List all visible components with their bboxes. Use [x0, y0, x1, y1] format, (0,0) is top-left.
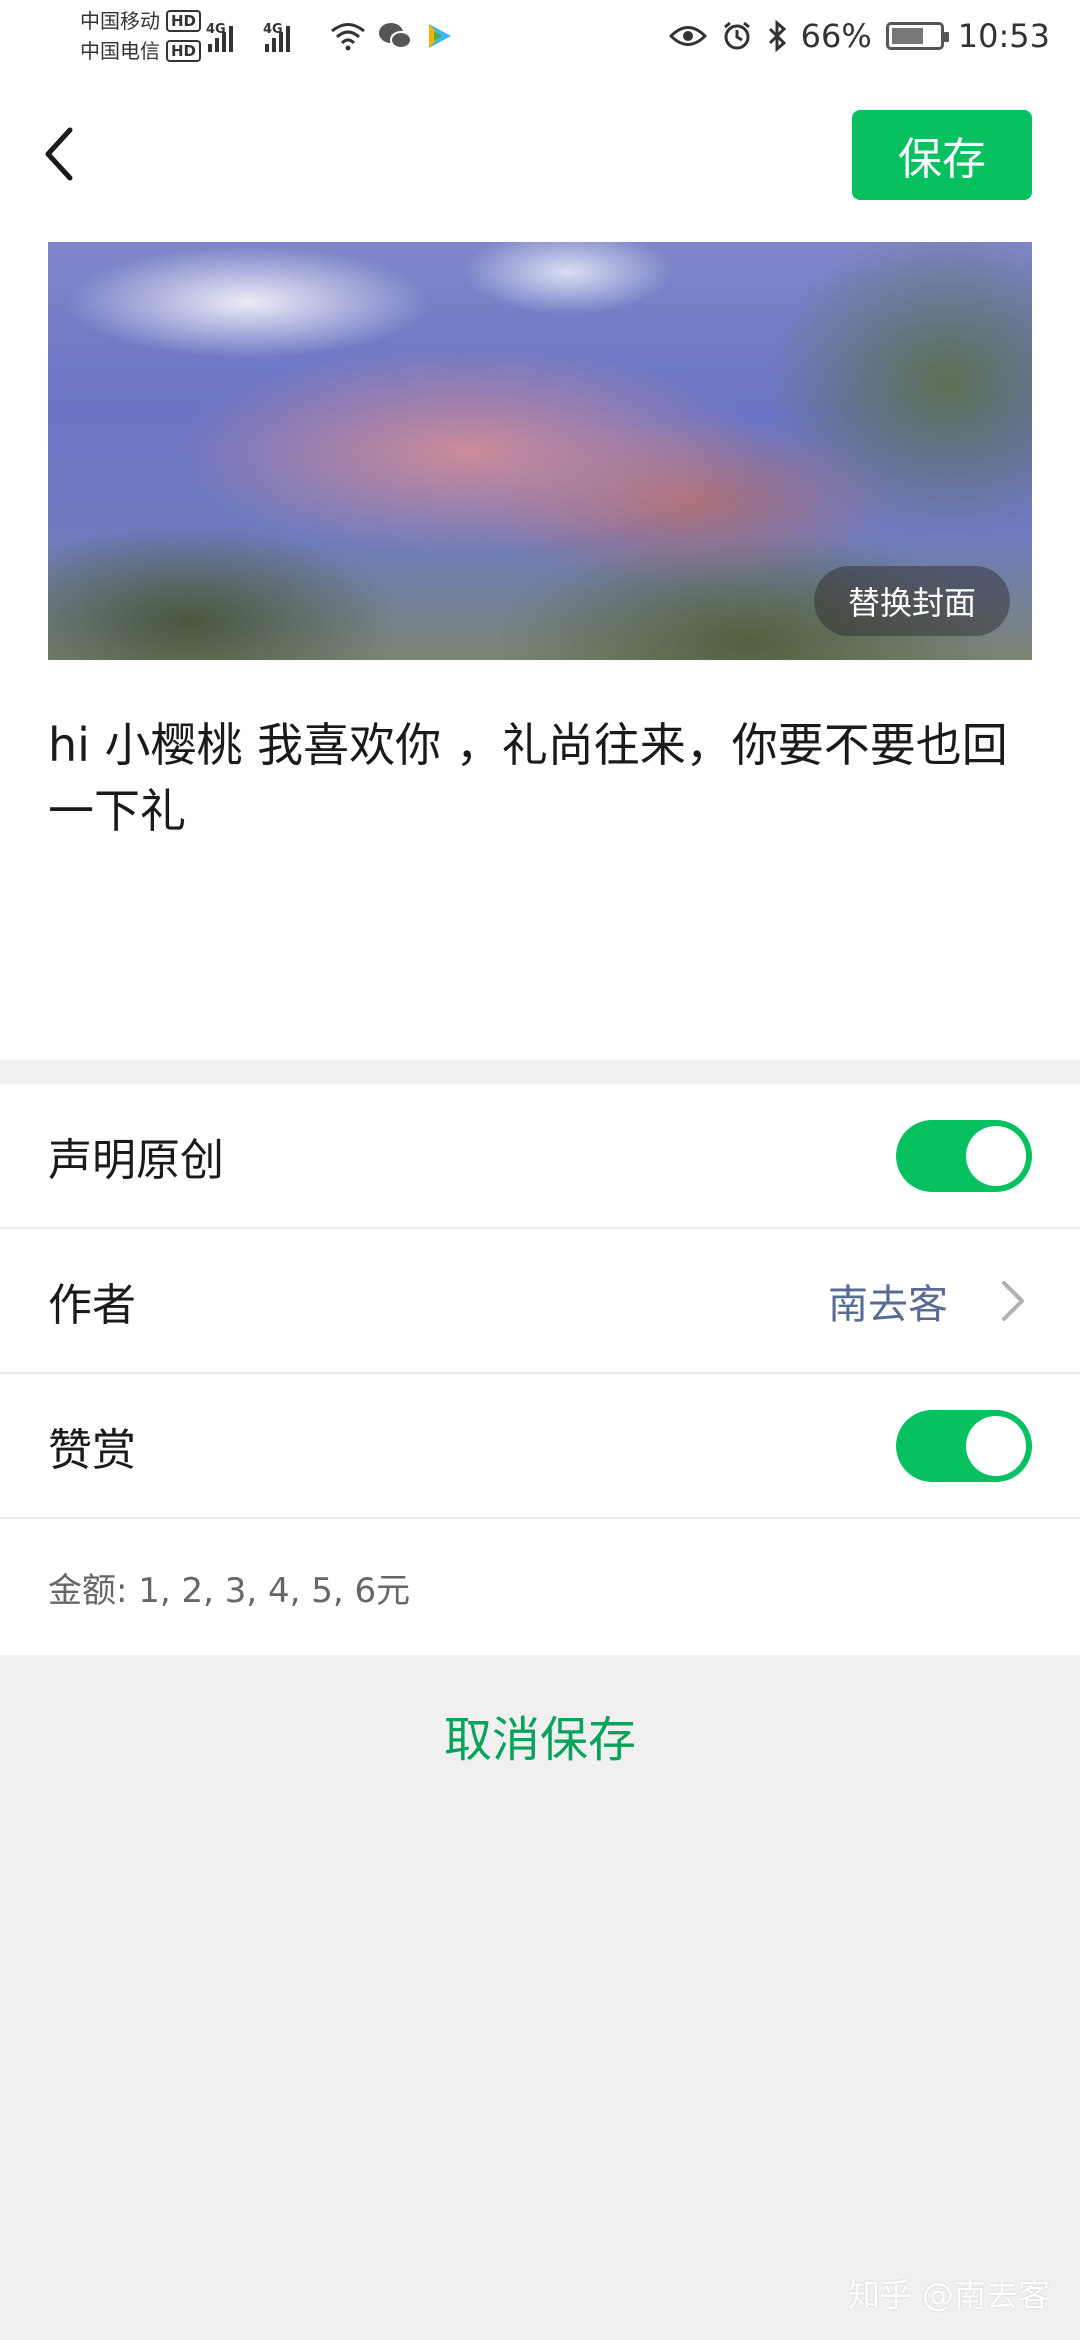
save-button[interactable]: 保存 [852, 110, 1032, 200]
alarm-icon [723, 21, 750, 50]
article-title[interactable]: hi 小樱桃 我喜欢你 ，礼尚往来，你要不要也回一下礼 [48, 712, 1032, 844]
battery-icon [885, 22, 949, 50]
replace-cover-button[interactable]: 替换封面 [813, 566, 1010, 636]
cover-image[interactable]: 替换封面 [48, 242, 1032, 660]
settings-list: 声明原创 作者 南去客 赞赏 金额: 1, 2, 3, 4, 5, 6元 [0, 1084, 1080, 1655]
editor-screen: 中国移动 HD 中国电信 HD 4G 4G 66% 10:53 保存 替换封面 … [0, 0, 1080, 2340]
back-arrow-icon[interactable] [40, 124, 80, 184]
hd-badge: HD [166, 10, 202, 32]
bluetooth-icon [768, 20, 786, 52]
reward-amount-row[interactable]: 金额: 1, 2, 3, 4, 5, 6元 [0, 1519, 1080, 1655]
signal-icon: 4G [263, 22, 290, 52]
original-declaration-toggle[interactable] [896, 1120, 1032, 1192]
article-card: 替换封面 hi 小樱桃 我喜欢你 ，礼尚往来，你要不要也回一下礼 [0, 242, 1080, 1060]
cancel-save-button[interactable]: 取消保存 [0, 1700, 1080, 1770]
author-value: 南去客 [828, 1281, 948, 1328]
chevron-right-icon [1002, 1281, 1024, 1321]
top-bar: 保存 [0, 72, 1080, 242]
author-row[interactable]: 作者 南去客 [0, 1229, 1080, 1374]
signal-icon: 4G [206, 22, 233, 52]
status-bar: 中国移动 HD 中国电信 HD 4G 4G 66% 10:53 [0, 0, 1080, 72]
reward-amount-text: 金额: 1, 2, 3, 4, 5, 6元 [48, 1570, 411, 1611]
network-tag: 4G [206, 22, 226, 37]
wechat-icon [379, 23, 412, 49]
video-app-icon [429, 24, 451, 48]
author-label: 作者 [48, 1279, 136, 1331]
battery-percent: 66% [800, 17, 872, 55]
eye-icon [668, 26, 707, 46]
carrier-2: 中国电信 [80, 39, 160, 63]
wifi-icon [331, 23, 365, 51]
watermark: 知乎 @南去客 [847, 2276, 1050, 2314]
original-declaration-row[interactable]: 声明原创 [0, 1084, 1080, 1229]
clock: 10:53 [957, 17, 1050, 55]
network-tag: 4G [263, 22, 283, 37]
reward-row[interactable]: 赞赏 [0, 1374, 1080, 1519]
system-status: 66% 10:53 [668, 14, 1050, 58]
carrier-1: 中国移动 [80, 9, 160, 33]
reward-toggle[interactable] [896, 1410, 1032, 1482]
reward-label: 赞赏 [48, 1424, 136, 1476]
carrier-info: 中国移动 HD 中国电信 HD [80, 6, 202, 66]
signal-indicators: 4G 4G [206, 16, 290, 52]
app-notification-icons [330, 18, 454, 54]
hd-badge: HD [166, 40, 202, 62]
original-declaration-label: 声明原创 [48, 1134, 224, 1186]
